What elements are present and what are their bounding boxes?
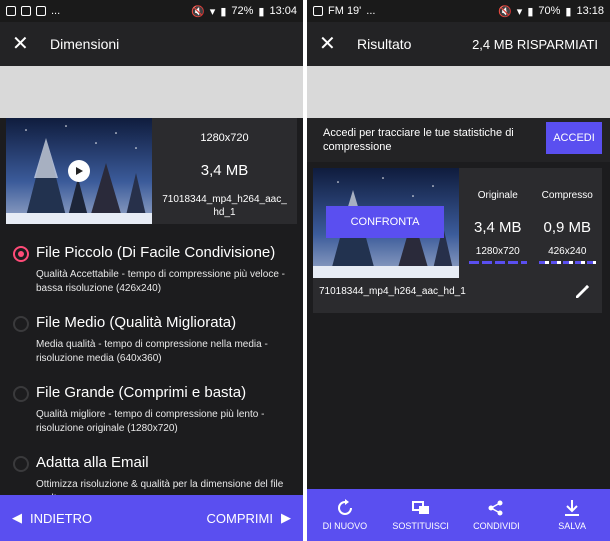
- right-screen: FM 19' ... 🔇 ▾ ▮ 70% ▮ 13:18 ✕ Risultato…: [307, 0, 610, 541]
- status-bar: ... 🔇 ▾ ▮ 72% ▮ 13:04: [0, 0, 303, 22]
- retry-label: DI NUOVO: [322, 521, 368, 531]
- page-title: Dimensioni: [50, 36, 120, 52]
- arrow-right-icon: ▶: [281, 510, 291, 525]
- compress-label: COMPRIMI: [206, 510, 273, 526]
- share-button[interactable]: CONDIVIDI: [459, 489, 535, 541]
- login-button[interactable]: ACCEDI: [546, 122, 602, 154]
- video-resolution: 1280x720: [200, 132, 249, 144]
- compressed-size: 0,9 MB: [543, 219, 592, 236]
- original-column: Originale 3,4 MB 1280x720: [463, 168, 533, 278]
- save-button[interactable]: SALVA: [534, 489, 610, 541]
- bottom-nav: ◀ INDIETRO COMPRIMI ▶: [0, 495, 303, 541]
- page-title: Risultato: [357, 36, 412, 52]
- battery-icon: ▮: [258, 5, 265, 18]
- mute-icon: 🔇: [191, 5, 205, 18]
- compress-button[interactable]: COMPRIMI ▶: [207, 510, 291, 526]
- video-info: 1280x720 3,4 MB 71018344_mp4_h264_aac_hd…: [152, 118, 297, 224]
- refresh-icon: [337, 499, 352, 515]
- pencil-icon[interactable]: [574, 284, 590, 305]
- close-icon[interactable]: ✕: [12, 34, 42, 54]
- radio-unselected[interactable]: [13, 456, 29, 472]
- video-filename: 71018344_mp4_h264_aac_hd_1: [162, 194, 287, 218]
- message-icon: [21, 6, 31, 16]
- result-filename: 71018344_mp4_h264_aac_hd_1: [319, 286, 466, 297]
- option-description: Media qualità - tempo di compressione ne…: [36, 339, 268, 364]
- download-icon: [565, 500, 580, 516]
- back-label: INDIETRO: [30, 510, 93, 526]
- original-resolution: 1280x720: [475, 246, 520, 257]
- result-card: CONFRONTA Originale 3,4 MB 1280x720 Comp…: [313, 168, 602, 313]
- share-icon: [488, 500, 503, 516]
- option-title: File Medio (Qualità Migliorata): [36, 314, 237, 331]
- saved-amount: 2,4 MB RISPARMIATI: [472, 36, 598, 52]
- login-text: Accedi per tracciare le tue statistiche …: [323, 127, 514, 153]
- original-label: Originale: [477, 190, 518, 201]
- notification-icon: [6, 6, 16, 16]
- app-icon: [36, 6, 46, 16]
- mute-icon: 🔇: [498, 5, 512, 18]
- comparison-columns: Originale 3,4 MB 1280x720 Compresso 0,9 …: [463, 168, 602, 278]
- share-label: CONDIVIDI: [473, 521, 520, 531]
- original-divider: [469, 261, 527, 264]
- radio-unselected[interactable]: [13, 386, 29, 402]
- result-thumbnail: CONFRONTA: [313, 168, 459, 278]
- toolbar: ✕ Dimensioni: [0, 22, 303, 66]
- replace-button[interactable]: SOSTITUISCI: [383, 489, 459, 541]
- battery-icon: ▮: [565, 5, 572, 18]
- status-bar: FM 19' ... 🔇 ▾ ▮ 70% ▮ 13:18: [307, 0, 610, 22]
- login-prompt: Accedi per tracciare le tue statistiche …: [307, 118, 610, 162]
- option-medium-file[interactable]: File Medio (Qualità Migliorata) Media qu…: [0, 310, 303, 380]
- option-title: File Grande (Comprimi e basta): [36, 384, 247, 401]
- status-radio-text: FM 19': [328, 5, 362, 17]
- compressed-resolution: 426x240: [548, 246, 587, 257]
- status-more: ...: [366, 5, 376, 17]
- action-bar: DI NUOVO SOSTITUISCI CONDIVIDI SALVA: [307, 489, 610, 541]
- replace-icon: [411, 501, 429, 514]
- back-button[interactable]: ◀ INDIETRO: [12, 510, 92, 526]
- option-title: Adatta alla Email: [36, 454, 149, 471]
- battery-percent: 72%: [231, 5, 254, 17]
- option-description: Qualità migliore - tempo di compressione…: [36, 409, 265, 434]
- wifi-icon: ▾: [209, 5, 216, 18]
- compression-options: File Piccolo (Di Facile Condivisione) Qu…: [0, 240, 303, 520]
- original-size: 3,4 MB: [473, 219, 522, 236]
- option-small-file[interactable]: File Piccolo (Di Facile Condivisione) Qu…: [0, 240, 303, 310]
- clock: 13:04: [269, 5, 297, 17]
- close-icon[interactable]: ✕: [319, 34, 349, 54]
- radio-selected[interactable]: [13, 246, 29, 262]
- option-description: Qualità Accettabile - tempo di compressi…: [36, 269, 286, 294]
- signal-icon: ▮: [220, 5, 227, 18]
- clock: 13:18: [576, 5, 604, 17]
- gallery-icon: [313, 6, 323, 16]
- option-large-file[interactable]: File Grande (Comprimi e basta) Qualità m…: [0, 380, 303, 450]
- ad-banner: [307, 66, 610, 118]
- left-screen: ... 🔇 ▾ ▮ 72% ▮ 13:04 ✕ Dimensioni 1280x…: [0, 0, 303, 541]
- signal-icon: ▮: [527, 5, 534, 18]
- battery-percent: 70%: [538, 5, 561, 17]
- ad-banner: [0, 66, 303, 118]
- video-preview-card: 1280x720 3,4 MB 71018344_mp4_h264_aac_hd…: [6, 118, 297, 224]
- wifi-icon: ▾: [516, 5, 523, 18]
- option-title: File Piccolo (Di Facile Condivisione): [36, 244, 276, 261]
- status-more: ...: [51, 5, 61, 17]
- video-size: 3,4 MB: [200, 162, 249, 179]
- retry-button[interactable]: DI NUOVO: [307, 489, 383, 541]
- compressed-divider: [538, 261, 596, 264]
- toolbar: ✕ Risultato 2,4 MB RISPARMIATI: [307, 22, 610, 66]
- video-thumbnail[interactable]: [6, 118, 152, 224]
- compressed-column: Compresso 0,9 MB 426x240: [533, 168, 603, 278]
- compare-button[interactable]: CONFRONTA: [326, 206, 444, 238]
- save-label: SALVA: [558, 521, 586, 531]
- arrow-left-icon: ◀: [12, 510, 22, 525]
- radio-unselected[interactable]: [13, 316, 29, 332]
- compressed-label: Compresso: [541, 190, 593, 201]
- play-icon[interactable]: [68, 160, 90, 182]
- replace-label: SOSTITUISCI: [392, 521, 449, 531]
